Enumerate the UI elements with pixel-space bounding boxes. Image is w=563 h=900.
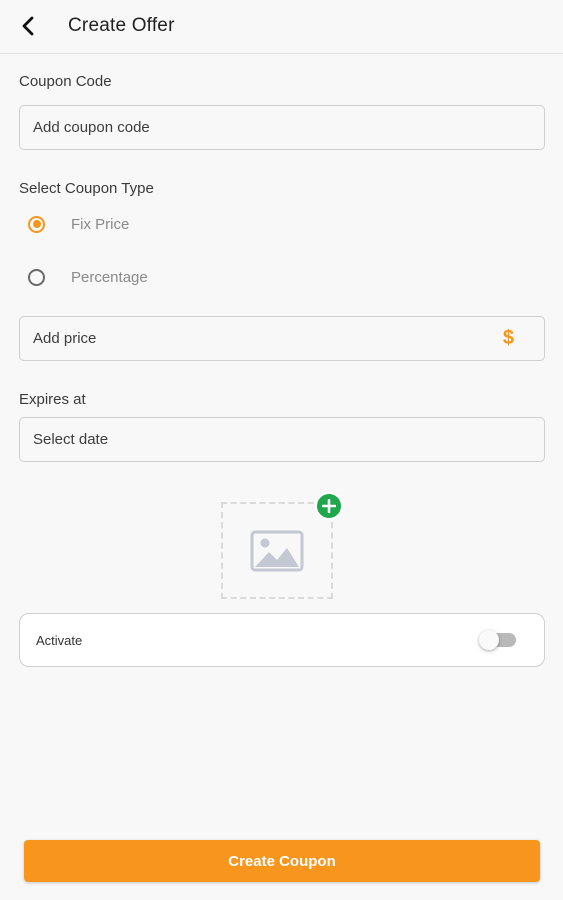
coupon-code-field[interactable] xyxy=(19,105,545,150)
coupon-code-label: Coupon Code xyxy=(19,73,112,90)
plus-icon xyxy=(322,499,336,513)
image-placeholder-icon xyxy=(250,530,304,571)
radio-selected-icon[interactable] xyxy=(28,215,45,233)
add-image-button[interactable] xyxy=(315,492,343,520)
image-picker[interactable] xyxy=(221,502,333,599)
activate-label: Activate xyxy=(36,633,83,648)
create-coupon-button[interactable]: Create Coupon xyxy=(24,840,540,882)
app-bar: Create Offer xyxy=(0,0,563,54)
radio-unselected-icon[interactable] xyxy=(28,268,45,286)
back-button[interactable] xyxy=(14,12,42,40)
expires-date-field[interactable] xyxy=(19,417,545,462)
price-input[interactable] xyxy=(20,317,544,360)
expires-date-input[interactable] xyxy=(20,418,544,461)
radio-label-fix-price: Fix Price xyxy=(71,215,130,233)
activate-toggle[interactable] xyxy=(479,630,516,650)
toggle-knob xyxy=(479,630,499,650)
coupon-code-input[interactable] xyxy=(20,106,544,149)
activate-card: Activate xyxy=(19,613,545,667)
arrow-back-icon xyxy=(22,16,34,36)
dollar-icon: $ xyxy=(502,327,514,349)
radio-option-percentage[interactable]: Percentage xyxy=(28,265,148,289)
coupon-type-label: Select Coupon Type xyxy=(19,180,154,197)
radio-label-percentage: Percentage xyxy=(71,268,148,286)
price-field[interactable]: $ xyxy=(19,316,545,361)
page-title: Create Offer xyxy=(68,15,175,36)
expires-label: Expires at xyxy=(19,391,86,408)
radio-option-fix-price[interactable]: Fix Price xyxy=(28,212,129,236)
